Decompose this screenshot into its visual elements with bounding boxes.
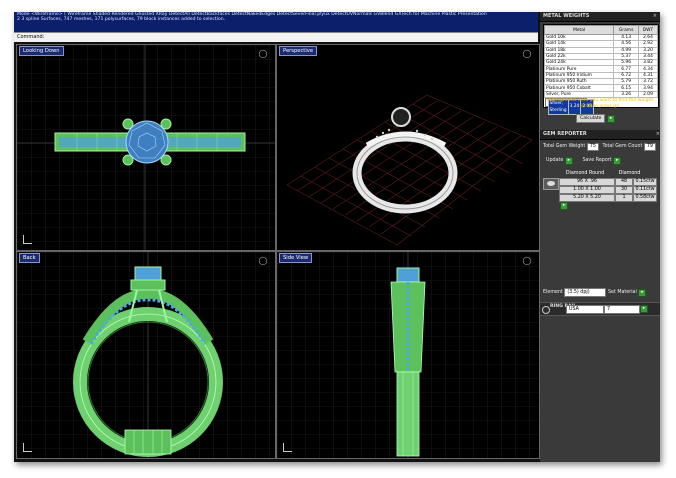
table-cell: 3.26 — [613, 90, 639, 98]
calculate-row: Calculate ▸ — [576, 114, 615, 123]
viewport-looking-down[interactable]: Looking Down ◯ — [16, 44, 276, 251]
side-view-drawing — [277, 252, 539, 458]
gem-reporter-header: GEM REPORTER × — [540, 130, 660, 140]
viewport-title[interactable]: Side View — [279, 253, 313, 263]
ring-rail-go-button[interactable]: ▸ — [640, 305, 648, 313]
table-cell: 2.09 — [638, 90, 658, 98]
set-material-label: Set Material — [607, 290, 637, 295]
metal-hint-text: Highlight the item you want to find the … — [546, 98, 654, 109]
close-icon[interactable]: × — [656, 130, 660, 139]
gem-cell: 1.00 X 1.00 — [559, 186, 615, 194]
back-view-drawing — [17, 252, 275, 458]
set-material-go-button[interactable]: ▸ — [638, 289, 647, 297]
command-line-2: 2 3 spline Surfaces, 747 meshes, 171 pol… — [17, 17, 226, 23]
gem-reporter-title: GEM REPORTER — [543, 131, 587, 137]
column-header[interactable]: Metal — [543, 25, 615, 35]
gem-row: 96 X .96480.15ctw▸ — [559, 178, 657, 194]
top-view-drawing — [17, 45, 275, 250]
total-gem-count-label: Total Gem Count — [602, 144, 643, 149]
viewport-title[interactable]: Looking Down — [19, 46, 64, 56]
axis-icon — [23, 443, 32, 452]
total-gem-count-value: 79 — [643, 143, 656, 151]
ring-icon: ◯ — [258, 256, 268, 265]
ring-icon: ◯ — [522, 49, 532, 58]
application-window: Mode <Wireframe> ( Wireframe Shaded Rend… — [14, 12, 660, 462]
calculate-go-button[interactable]: ▸ — [607, 115, 615, 123]
diamond-round-header: Diamond Round — [565, 171, 605, 176]
axis-icon — [23, 235, 32, 244]
total-gem-weight-label: Total Gem Weight — [543, 144, 586, 149]
save-report-go-button[interactable]: ▸ — [613, 157, 622, 165]
ring-icon: ◯ — [258, 49, 268, 58]
element-select[interactable]: (3.5) dpj) — [564, 288, 607, 297]
viewport-back[interactable]: Back ◯ — [16, 251, 276, 459]
gem-row: 5.20 X 5.20 1 0.58ctw ▸ — [559, 194, 657, 210]
ring-rail-bar: RING RAIL USA 7 ▸ — [540, 302, 660, 316]
perspective-drawing — [286, 94, 533, 246]
plugin-panel: METAL WEIGHTS × Metal Grams DWT Gold 10k… — [540, 12, 660, 462]
gem-row-go-button[interactable]: ▸ — [560, 202, 568, 210]
save-report-label: Save Report — [582, 158, 612, 163]
ring-system-select[interactable]: USA — [566, 305, 604, 314]
viewport-title[interactable]: Perspective — [279, 46, 318, 56]
gem-buttons: Update ▸ Save Report ▸ — [546, 157, 622, 165]
ring-size-select[interactable]: 7 — [604, 305, 640, 314]
gem-cell: 5.20 X 5.20 — [559, 194, 615, 202]
gem-table: Diamond Round Diamond 96 X .96480.15ctw▸… — [543, 170, 657, 210]
viewport-perspective[interactable]: Perspective ◯ — [276, 44, 540, 251]
gem-cell: 30 — [615, 186, 633, 194]
table-row[interactable]: Silver, Pure 3.26 2.09 — [543, 90, 658, 98]
gem-icon — [543, 178, 559, 190]
gem-cell: 0.58ctw — [633, 194, 657, 202]
gem-cell: 48 — [615, 178, 633, 186]
metal-weights-header: METAL WEIGHTS × — [540, 12, 660, 22]
total-gem-weight-value: 75 — [586, 143, 599, 151]
gem-cell: 0.15ctw — [633, 178, 657, 186]
column-header[interactable]: Grams — [613, 25, 639, 35]
element-label: Element — [543, 290, 563, 295]
update-go-button[interactable]: ▸ — [564, 157, 573, 165]
table-cell: Silver, Pure — [543, 90, 615, 98]
close-icon[interactable]: × — [653, 12, 657, 21]
gem-totals: Total Gem Weight 75 Total Gem Count 79 — [543, 143, 657, 151]
element-row: Element (3.5) dpj) Set Material ▸ — [543, 288, 657, 297]
calculate-button[interactable]: Calculate — [576, 114, 606, 123]
diamond-header: Diamond — [618, 171, 641, 176]
update-label: Update — [546, 158, 564, 163]
ring-icon — [542, 306, 550, 314]
metal-weights-table: Metal Grams DWT Gold 10k 4.13 2.64 Gold 14k… — [543, 24, 659, 115]
gem-cell: 96 X .96 — [559, 178, 615, 186]
gem-cell: 0.11ctw — [633, 186, 657, 194]
gem-table-header: Diamond Round Diamond — [543, 170, 657, 177]
column-header[interactable]: DWT — [638, 25, 658, 35]
command-prompt[interactable]: Command: — [14, 32, 538, 42]
gem-cell: 1 — [615, 194, 633, 202]
command-history: Mode <Wireframe> ( Wireframe Shaded Rend… — [14, 12, 538, 42]
axis-icon — [283, 443, 292, 452]
metal-weights-title: METAL WEIGHTS — [543, 13, 590, 19]
viewport-side-view[interactable]: Side View ◯ — [276, 251, 540, 459]
ring-icon: ◯ — [522, 256, 532, 265]
gem-row: 1.00 X 1.00300.11ctw▸ — [559, 186, 657, 202]
viewport-title[interactable]: Back — [19, 253, 40, 263]
